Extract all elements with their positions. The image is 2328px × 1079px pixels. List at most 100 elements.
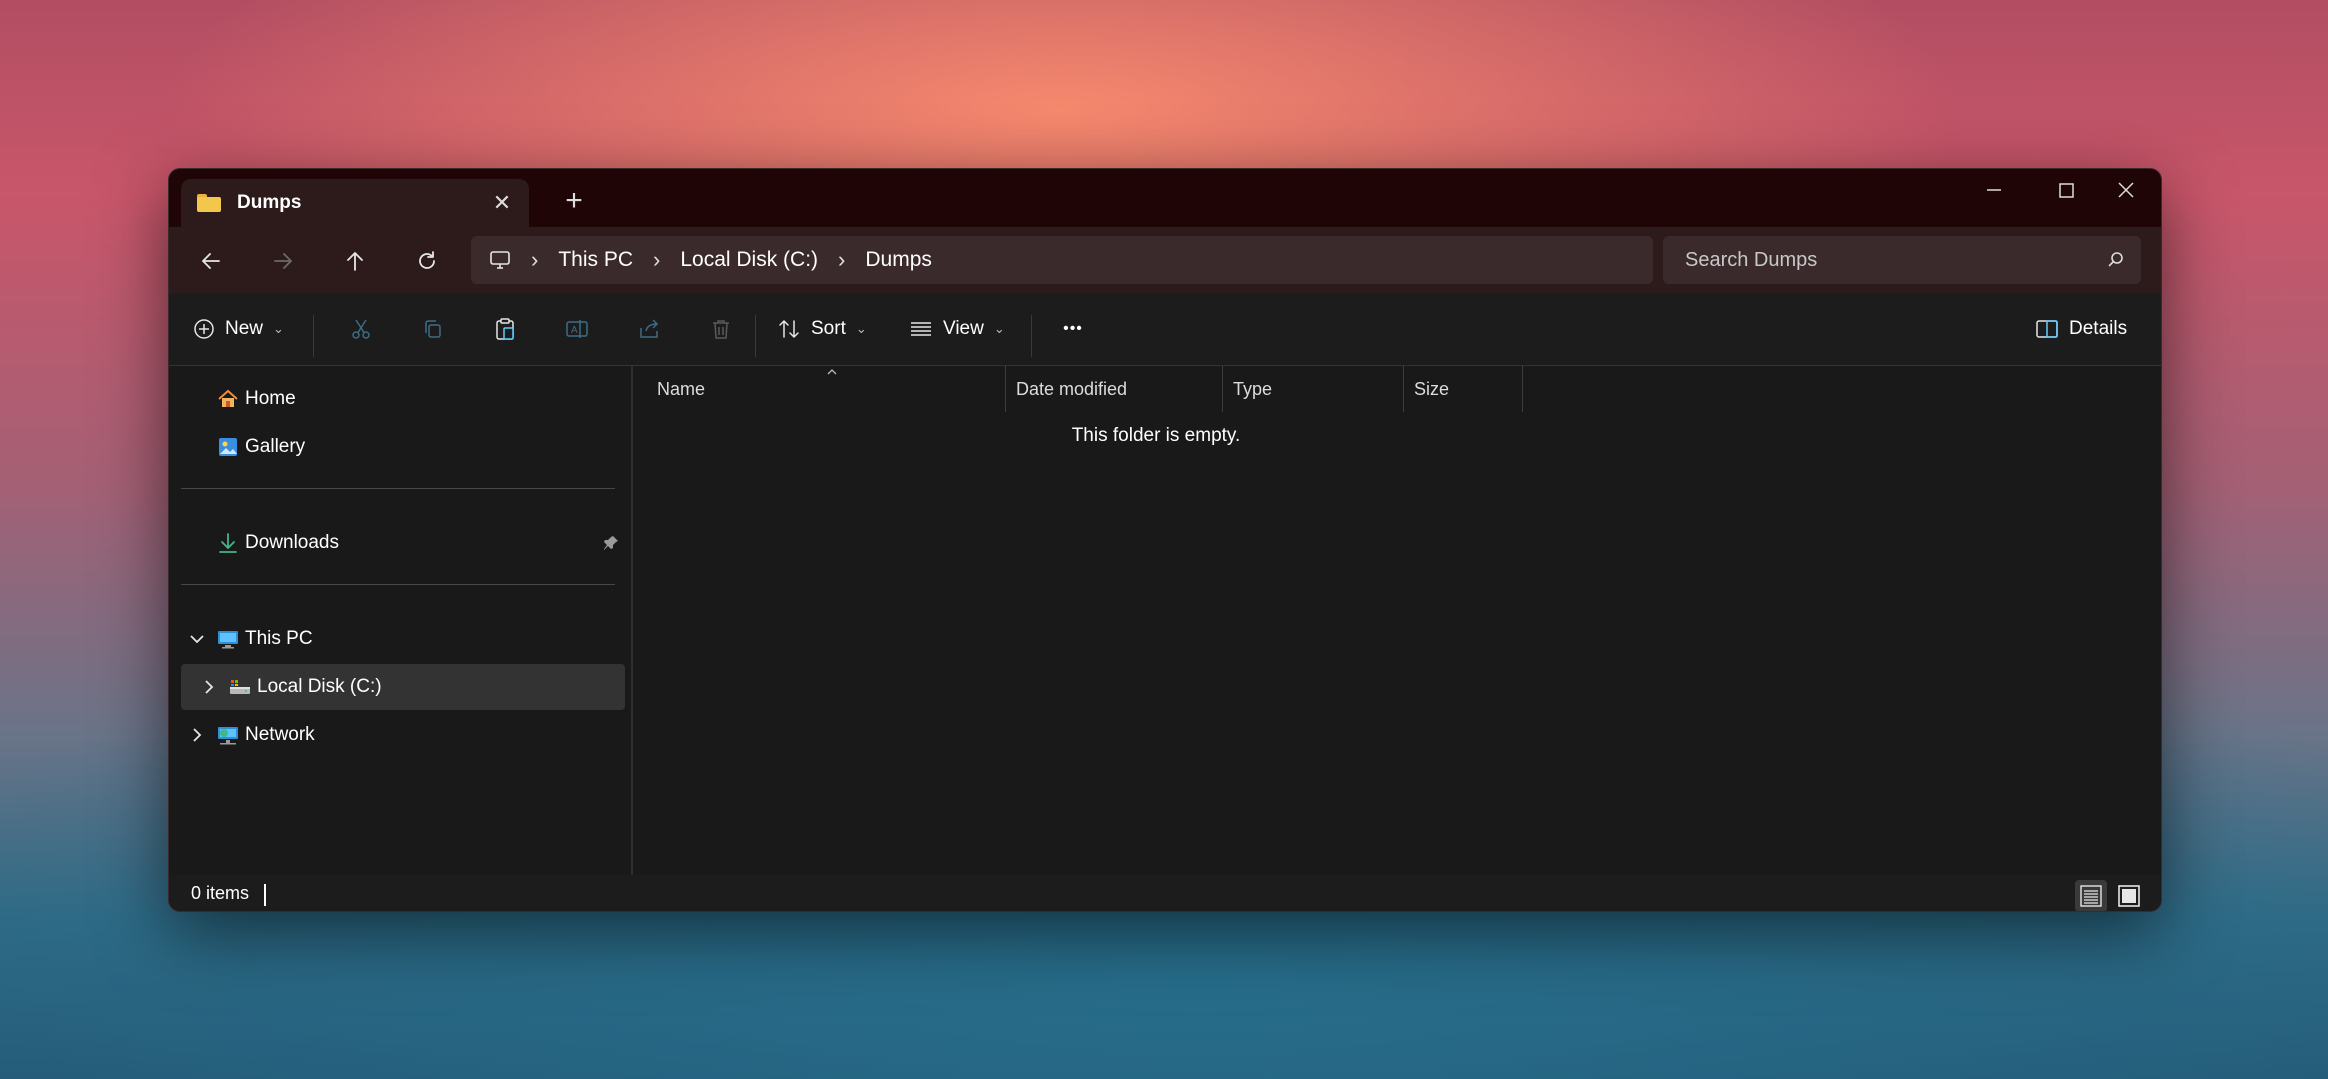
sort-label: Sort bbox=[811, 318, 846, 339]
new-button[interactable]: New ⌄ bbox=[193, 307, 284, 351]
paste-button[interactable] bbox=[483, 307, 527, 351]
column-label: Name bbox=[657, 378, 706, 399]
divider bbox=[1031, 315, 1032, 357]
navigation-pane: Home Gallery Downloads This PC Local Dis… bbox=[169, 366, 631, 876]
refresh-button[interactable] bbox=[407, 241, 447, 281]
divider bbox=[313, 315, 314, 357]
view-label: View bbox=[943, 318, 984, 339]
monitor-icon bbox=[489, 249, 511, 271]
computer-icon bbox=[218, 631, 238, 649]
plus-circle-icon bbox=[194, 319, 214, 339]
download-icon bbox=[219, 533, 237, 553]
minimize-icon bbox=[1987, 189, 2001, 191]
drive-icon bbox=[230, 680, 250, 694]
command-bar: New ⌄ A Sort ⌄ View ⌄ ••• Details bbox=[169, 293, 2161, 366]
share-icon bbox=[640, 319, 659, 338]
delete-button[interactable] bbox=[699, 307, 743, 351]
column-header-name[interactable]: Name bbox=[647, 366, 1005, 412]
folder-icon bbox=[197, 194, 221, 212]
details-pane-button[interactable]: Details bbox=[2035, 307, 2127, 351]
column-label: Size bbox=[1414, 378, 1450, 399]
sidebar-item-gallery[interactable]: Gallery bbox=[181, 424, 625, 470]
back-button[interactable] bbox=[191, 241, 231, 281]
sidebar-item-label: Downloads bbox=[245, 532, 339, 553]
search-placeholder: Search Dumps bbox=[1685, 248, 1818, 271]
breadcrumb-this-pc[interactable]: This PC bbox=[558, 248, 633, 272]
minimize-button[interactable] bbox=[1957, 169, 2029, 213]
status-bar: 0 items bbox=[169, 875, 2161, 911]
copy-icon bbox=[425, 320, 441, 338]
tab-dumps[interactable]: Dumps ✕ bbox=[181, 179, 529, 227]
sort-button[interactable]: Sort ⌄ bbox=[777, 307, 867, 351]
address-bar[interactable]: › This PC › Local Disk (C:) › Dumps bbox=[471, 236, 1653, 284]
chevron-down-icon: ⌄ bbox=[855, 321, 867, 336]
chevron-right-icon[interactable]: › bbox=[531, 247, 538, 273]
view-button[interactable]: View ⌄ bbox=[909, 307, 1005, 351]
details-view-button[interactable] bbox=[2075, 880, 2107, 911]
search-box[interactable]: Search Dumps bbox=[1663, 236, 2141, 284]
sidebar-item-label: This PC bbox=[245, 628, 313, 649]
share-button[interactable] bbox=[627, 307, 671, 351]
list-view-icon bbox=[911, 322, 931, 336]
refresh-icon bbox=[419, 251, 435, 269]
chevron-down-icon: ⌄ bbox=[993, 321, 1005, 336]
scissors-icon bbox=[352, 319, 370, 339]
sidebar-item-label: Local Disk (C:) bbox=[257, 676, 382, 697]
chevron-down-icon[interactable] bbox=[185, 628, 209, 650]
rename-button[interactable]: A bbox=[555, 307, 599, 351]
sidebar-item-label: Home bbox=[245, 388, 296, 409]
cut-button[interactable] bbox=[339, 307, 383, 351]
navigation-bar: › This PC › Local Disk (C:) › Dumps Sear… bbox=[169, 227, 2161, 293]
sidebar-item-downloads[interactable]: Downloads bbox=[181, 520, 625, 566]
clipboard-icon bbox=[496, 318, 514, 340]
item-count: 0 items bbox=[191, 883, 250, 903]
trash-icon bbox=[713, 320, 729, 339]
up-button[interactable] bbox=[335, 241, 375, 281]
chevron-down-icon: ⌄ bbox=[273, 321, 284, 336]
new-tab-button[interactable]: + bbox=[559, 186, 589, 217]
chevron-right-icon[interactable]: › bbox=[653, 247, 660, 273]
sidebar-divider bbox=[181, 488, 615, 489]
details-label: Details bbox=[2069, 318, 2128, 339]
column-header-type[interactable]: Type bbox=[1223, 366, 1403, 412]
sidebar-item-local-disk[interactable]: Local Disk (C:) bbox=[181, 664, 625, 710]
sidebar-item-network[interactable]: Network bbox=[181, 712, 625, 758]
title-bar: Dumps ✕ + bbox=[169, 169, 2161, 227]
chevron-right-icon[interactable] bbox=[197, 676, 221, 698]
file-explorer-window: Dumps ✕ + › This PC › Local Disk (C:) › … bbox=[168, 168, 2162, 912]
column-divider[interactable] bbox=[1522, 366, 1523, 412]
gallery-icon bbox=[219, 438, 237, 456]
pin-icon[interactable] bbox=[603, 535, 619, 551]
sidebar-item-label: Network bbox=[245, 724, 315, 745]
sidebar-item-home[interactable]: Home bbox=[181, 376, 625, 422]
file-list[interactable]: Name Date modified Type Size This folder… bbox=[633, 366, 2161, 876]
sidebar-divider bbox=[181, 584, 615, 585]
svg-text:A: A bbox=[571, 325, 578, 336]
sort-icon bbox=[779, 320, 799, 338]
column-header-size[interactable]: Size bbox=[1404, 366, 1522, 412]
column-label: Type bbox=[1233, 378, 1273, 399]
more-options-button[interactable]: ••• bbox=[1051, 307, 1095, 351]
sort-ascending-icon bbox=[827, 369, 837, 375]
arrow-up-icon bbox=[347, 252, 363, 271]
arrow-right-icon bbox=[274, 253, 292, 269]
breadcrumb-dumps[interactable]: Dumps bbox=[865, 248, 932, 272]
close-window-button[interactable] bbox=[2089, 169, 2161, 213]
details-pane-icon bbox=[2036, 320, 2058, 338]
large-icons-view-button[interactable] bbox=[2113, 880, 2145, 911]
copy-button[interactable] bbox=[411, 307, 455, 351]
arrow-left-icon bbox=[202, 253, 220, 269]
search-icon[interactable] bbox=[2107, 250, 2125, 274]
chevron-right-icon[interactable] bbox=[185, 724, 209, 746]
chevron-right-icon[interactable]: › bbox=[838, 247, 845, 273]
breadcrumb-local-disk[interactable]: Local Disk (C:) bbox=[680, 248, 818, 272]
sidebar-item-label: Gallery bbox=[245, 436, 306, 457]
forward-button[interactable] bbox=[263, 241, 303, 281]
close-tab-button[interactable]: ✕ bbox=[489, 190, 515, 216]
column-header-date-modified[interactable]: Date modified bbox=[1006, 366, 1222, 412]
rename-icon: A bbox=[566, 320, 588, 338]
close-icon bbox=[2118, 182, 2134, 198]
status-divider bbox=[264, 884, 266, 906]
sidebar-item-this-pc[interactable]: This PC bbox=[181, 616, 625, 662]
large-icons-view-icon bbox=[2118, 885, 2140, 907]
